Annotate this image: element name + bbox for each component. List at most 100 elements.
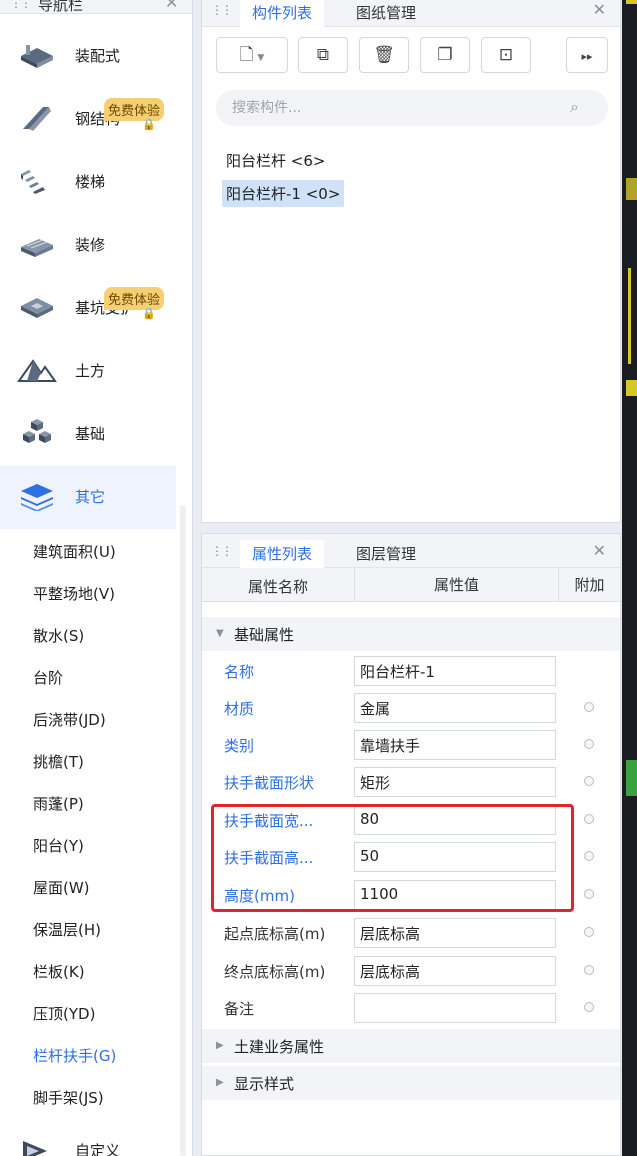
tab-drawing-management[interactable]: 图纸管理 [344,0,428,27]
property-panel-tabs: ⋮⋮ 属性列表 图层管理 ✕ [202,534,620,568]
collapse-arrow-icon[interactable]: ▼ [216,628,224,639]
nav-category-foundation[interactable]: 基础 [0,403,176,466]
search-icon[interactable]: ⌕ [570,97,579,117]
property-name: 扶手截面形状 [224,774,315,792]
property-row: 备注 [202,989,620,1026]
custom-icon [23,1141,47,1156]
nav-subitem[interactable]: 栏板(K) [33,961,85,982]
group-label: 土建业务属性 [234,1038,325,1056]
property-value-field[interactable]: 靠墙扶手 [354,730,556,760]
tab-component-list[interactable]: 构件列表 [240,0,325,27]
nav-category-label: 楼梯 [75,173,106,191]
earthwork-icon [17,359,57,382]
attach-checkbox[interactable] [584,1002,594,1012]
decoration-icon [21,239,53,257]
property-value-field[interactable]: 金属 [354,693,556,723]
delete-button[interactable]: 🗑 [359,37,409,73]
group-civil-properties[interactable]: ▶ 土建业务属性 [202,1029,620,1063]
new-file-icon: 🗋 [239,45,254,65]
nav-subitem[interactable]: 脚手架(JS) [33,1087,104,1108]
attach-checkbox[interactable] [584,927,594,937]
group-label: 基础属性 [234,626,295,644]
nav-subitem[interactable]: 阳台(Y) [33,835,84,856]
cad-line [628,268,631,364]
nav-subitem[interactable]: 雨蓬(P) [33,793,84,814]
close-icon[interactable]: ✕ [593,0,606,19]
close-icon[interactable]: ✕ [165,0,178,12]
property-row: 名称 阳台栏杆-1 [202,652,620,689]
nav-subitem[interactable]: 后浇带(JD) [33,709,106,730]
nav-subitem[interactable]: 压顶(YD) [33,1003,95,1024]
expand-arrow-icon[interactable]: ▶ [216,1077,224,1088]
copy-to-floor-button[interactable]: ❐ [420,37,470,73]
chevron-down-icon[interactable]: ▼ [257,53,264,63]
column-header-name: 属性名称 [247,578,308,596]
property-row: 起点底标高(m) 层底标高 [202,914,620,951]
tab-property-list[interactable]: 属性列表 [240,540,325,568]
property-value-field[interactable]: 矩形 [354,767,556,797]
copy-icon: ⧉ [316,45,330,65]
property-value-field[interactable]: 层底标高 [354,918,556,948]
attach-checkbox[interactable] [584,776,594,786]
nav-category-label: 自定义 [75,1142,121,1156]
copy-button[interactable]: ⧉ [298,37,348,73]
column-header-value: 属性值 [354,568,558,602]
lock-icon: 🔒 [142,118,156,131]
property-value-field[interactable]: 层底标高 [354,956,556,986]
property-value-field[interactable] [354,993,556,1023]
attach-checkbox[interactable] [584,851,594,861]
nav-subitem[interactable]: 建筑面积(U) [33,541,116,562]
property-row: 材质 金属 [202,689,620,726]
property-row: 终点底标高(m) 层底标高 [202,952,620,989]
tab-layer-management[interactable]: 图层管理 [344,540,428,568]
nav-category-prefab[interactable]: 装配式 [0,25,176,88]
attach-checkbox[interactable] [584,814,594,824]
nav-subitem[interactable]: 台阶 [33,667,63,688]
attach-checkbox[interactable] [584,702,594,712]
component-item-selected[interactable]: 阳台栏杆-1 <0> [222,180,345,207]
group-basic-properties[interactable]: ▼ 基础属性 [202,617,620,651]
cad-drawing-canvas[interactable] [622,0,637,1156]
component-toolbar: 🗋 ▼ ⧉ 🗑 ❐ ⊡ ▸▸ [216,37,608,73]
nav-subitem[interactable]: 挑檐(T) [33,751,84,772]
search-input[interactable] [216,90,608,126]
attach-checkbox[interactable] [584,889,594,899]
nav-subitem[interactable]: 平整场地(V) [33,583,115,604]
attach-checkbox[interactable] [584,965,594,975]
property-row: 扶手截面形状 矩形 [202,763,620,800]
layer-copy-icon: ❐ [437,45,453,65]
drag-handle-icon[interactable]: ⋮⋮ [211,544,233,558]
nav-category-earthwork[interactable]: 土方 [0,340,176,403]
nav-scrollbar[interactable] [180,505,186,1156]
nav-header: ⋮⋮ 导航栏 ✕ [0,0,192,14]
new-component-button[interactable]: 🗋 ▼ [216,37,288,73]
more-tools-button[interactable]: ▸▸ [566,37,608,73]
component-item[interactable]: 阳台栏杆 <6> [222,147,329,174]
nav-category-other[interactable]: 其它 [0,466,176,529]
cad-line [626,380,637,396]
group-display-style[interactable]: ▶ 显示样式 [202,1066,620,1100]
annotation-highlight-box [211,804,574,912]
nav-category-stairs[interactable]: 楼梯 [0,151,176,214]
drag-handle-icon[interactable]: ⋮⋮ [211,3,233,17]
nav-subitem[interactable]: 屋面(W) [33,877,90,898]
save-template-button[interactable]: ⊡ [481,37,531,73]
stairs-icon [21,170,45,194]
component-panel: ⋮⋮ 构件列表 图纸管理 ✕ 🗋▼ ⧉ 🗑 ❐ ⊡ ▸▸ ⌕ 阳台栏杆 <6> … [201,0,621,523]
cad-line [626,0,637,4]
nav-subitem[interactable]: 保温层(H) [33,919,101,940]
prefab-icon [21,45,53,68]
nav-category-excavation-support[interactable]: 基坑支护 免费体验 🔒 [0,277,176,340]
steel-beam-icon [23,107,51,131]
nav-category-decoration[interactable]: 装修 [0,214,176,277]
nav-category-steel[interactable]: 钢结构 免费体验 🔒 [0,88,176,151]
nav-subitem-active[interactable]: 栏杆扶手(G) [33,1045,116,1066]
nav-category-custom[interactable]: 自定义 [0,1120,176,1156]
close-icon[interactable]: ✕ [593,541,606,560]
expand-arrow-icon[interactable]: ▶ [216,1040,224,1051]
attach-checkbox[interactable] [584,739,594,749]
property-value-field[interactable]: 阳台栏杆-1 [354,656,556,686]
drag-handle-icon[interactable]: ⋮⋮ [10,0,32,10]
property-name: 起点底标高(m) [224,925,326,943]
nav-subitem[interactable]: 散水(S) [33,625,84,646]
